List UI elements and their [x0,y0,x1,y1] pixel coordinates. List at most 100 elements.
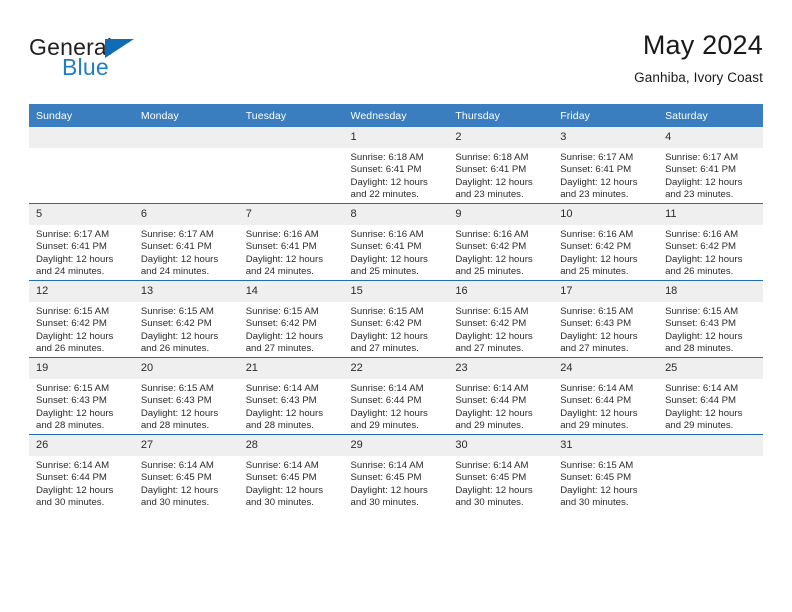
calendar-day-cell[interactable]: 11 Sunrise: 6:16 AM Sunset: 6:42 PM Dayligh… [658,203,763,281]
day-number [133,127,239,148]
calendar-page: General Blue May 2024 Ganhiba, Ivory Coa… [0,0,792,612]
day-details: Sunrise: 6:17 AM Sunset: 6:41 PM Daylight:… [29,225,134,279]
day-detail-line: Sunset: 6:42 PM [665,241,736,253]
calendar-day-cell[interactable]: 12 Sunrise: 6:15 AM Sunset: 6:42 PM Dayligh… [29,280,134,358]
day-detail-line: Sunset: 6:44 PM [350,395,422,407]
calendar-day-cell[interactable]: 5 Sunrise: 6:17 AM Sunset: 6:41 PM Daylight… [29,203,134,281]
day-details: Sunrise: 6:14 AM Sunset: 6:43 PM Daylight:… [239,379,344,433]
day-detail-line: and 26 minutes. [140,343,210,355]
day-detail-line: Daylight: 12 hours [560,176,638,188]
calendar-day-cell[interactable]: 4 Sunrise: 6:17 AM Sunset: 6:41 PM Daylight… [658,127,763,204]
calendar-day-cell[interactable]: 23 Sunrise: 6:14 AM Sunset: 6:44 PM Dayligh… [448,357,554,435]
day-details: Sunrise: 6:17 AM Sunset: 6:41 PM Daylight:… [553,148,658,202]
calendar-day-cell[interactable]: 29 Sunrise: 6:14 AM Sunset: 6:45 PM Dayligh… [343,434,449,511]
day-detail-line: Daylight: 12 hours [36,484,114,496]
day-number: 27 [133,435,239,456]
day-detail-line: Daylight: 12 hours [455,253,533,265]
calendar-day-cell[interactable]: 15 Sunrise: 6:15 AM Sunset: 6:42 PM Dayligh… [343,280,449,358]
calendar-header-row: Sunday Monday Tuesday Wednesday Thursday Frid… [29,104,763,127]
day-detail-line: Daylight: 12 hours [245,330,324,342]
day-number: 30 [448,435,554,456]
calendar-day-cell[interactable]: 27 Sunrise: 6:14 AM Sunset: 6:45 PM Dayligh… [133,434,239,511]
day-detail-line: Sunrise: 6:16 AM [665,229,739,240]
page-title: May 2024 [642,30,763,60]
day-detail-line: Daylight: 12 hours [560,407,638,419]
calendar-day-cell[interactable]: 10 Sunrise: 6:16 AM Sunset: 6:42 PM Dayligh… [553,203,659,281]
day-detail-line: Daylight: 12 hours [665,407,743,419]
calendar-day-cell[interactable]: 1 Sunrise: 6:18 AM Sunset: 6:41 PM Daylight… [343,127,449,204]
day-detail-line: and 28 minutes. [36,420,105,432]
day-detail-line: Daylight: 12 hours [455,330,533,342]
calendar-day-cell[interactable]: 20 Sunrise: 6:15 AM Sunset: 6:43 PM Dayligh… [133,357,239,435]
calendar-day-cell[interactable]: 21 Sunrise: 6:14 AM Sunset: 6:43 PM Dayligh… [238,357,344,435]
calendar-day-cell[interactable]: 9 Sunrise: 6:16 AM Sunset: 6:42 PM Daylight… [448,203,554,281]
calendar-day-cell[interactable]: 6 Sunrise: 6:17 AM Sunset: 6:41 PM Daylight… [133,203,239,281]
day-detail-line: Sunset: 6:41 PM [245,241,317,253]
day-detail-line: Daylight: 12 hours [245,407,324,419]
day-detail-line: Sunrise: 6:15 AM [36,383,110,394]
calendar-day-cell[interactable]: 19 Sunrise: 6:15 AM Sunset: 6:43 PM Dayligh… [29,357,134,435]
day-details: Sunrise: 6:14 AM Sunset: 6:45 PM Daylight:… [448,456,553,510]
day-detail-line: Sunset: 6:43 PM [665,318,736,330]
calendar-day-cell[interactable]: 7 Sunrise: 6:16 AM Sunset: 6:41 PM Daylight… [238,203,344,281]
day-detail-line: Daylight: 12 hours [140,484,219,496]
day-detail-line: Sunset: 6:41 PM [665,164,736,176]
calendar-day-cell[interactable]: 18 Sunrise: 6:15 AM Sunset: 6:43 PM Dayligh… [658,280,763,358]
day-detail-line: Sunrise: 6:16 AM [455,229,529,240]
brand-logo[interactable]: General Blue [29,34,279,92]
calendar-day-cell[interactable]: 14 Sunrise: 6:15 AM Sunset: 6:42 PM Dayligh… [238,280,344,358]
day-detail-line: and 30 minutes. [140,497,210,509]
day-number: 25 [658,358,763,379]
day-detail-line: and 25 minutes. [350,266,419,278]
day-detail-line: Sunrise: 6:17 AM [560,152,634,163]
calendar-day-cell[interactable]: 28 Sunrise: 6:14 AM Sunset: 6:45 PM Dayligh… [238,434,344,511]
calendar-day-cell[interactable]: 22 Sunrise: 6:14 AM Sunset: 6:44 PM Dayligh… [343,357,449,435]
day-detail-line: Sunset: 6:44 PM [455,395,527,407]
calendar-day-cell[interactable]: 24 Sunrise: 6:14 AM Sunset: 6:44 PM Dayligh… [553,357,659,435]
day-details: Sunrise: 6:14 AM Sunset: 6:44 PM Daylight:… [344,379,449,433]
day-detail-line: Sunrise: 6:14 AM [140,460,214,471]
day-details: Sunrise: 6:18 AM Sunset: 6:41 PM Daylight:… [448,148,553,202]
day-detail-line: Sunset: 6:45 PM [455,472,527,484]
day-details: Sunrise: 6:18 AM Sunset: 6:41 PM Daylight:… [344,148,449,202]
day-number: 28 [238,435,344,456]
weekday-header-saturday: Saturday [658,104,763,127]
calendar-day-cell[interactable]: 8 Sunrise: 6:16 AM Sunset: 6:41 PM Daylight… [343,203,449,281]
day-number: 15 [343,281,449,302]
calendar-day-cell[interactable]: 3 Sunrise: 6:17 AM Sunset: 6:41 PM Daylight… [553,127,659,204]
calendar-day-cell[interactable]: 2 Sunrise: 6:18 AM Sunset: 6:41 PM Daylight… [448,127,554,204]
day-number: 10 [553,204,659,225]
day-details: Sunrise: 6:14 AM Sunset: 6:45 PM Daylight:… [134,456,239,510]
calendar-day-cell[interactable]: 17 Sunrise: 6:15 AM Sunset: 6:43 PM Dayligh… [553,280,659,358]
day-number: 3 [553,127,659,148]
day-detail-line: Daylight: 12 hours [245,253,324,265]
day-details: Sunrise: 6:16 AM Sunset: 6:42 PM Daylight:… [553,225,658,279]
day-number: 22 [343,358,449,379]
day-number: 12 [29,281,134,302]
calendar-day-cell[interactable]: 25 Sunrise: 6:14 AM Sunset: 6:44 PM Dayligh… [658,357,763,435]
calendar-day-cell[interactable]: 13 Sunrise: 6:15 AM Sunset: 6:42 PM Dayligh… [133,280,239,358]
day-detail-line: and 27 minutes. [245,343,314,355]
day-details: Sunrise: 6:15 AM Sunset: 6:43 PM Daylight:… [134,379,239,433]
day-number: 4 [658,127,763,148]
day-detail-line: and 30 minutes. [245,497,314,509]
day-detail-line: Daylight: 12 hours [560,330,638,342]
day-detail-line: Daylight: 12 hours [665,330,743,342]
day-detail-line: Sunrise: 6:14 AM [350,383,424,394]
calendar-day-cell[interactable]: 30 Sunrise: 6:14 AM Sunset: 6:45 PM Dayligh… [448,434,554,511]
day-detail-line: and 24 minutes. [140,266,210,278]
calendar-day-cell[interactable]: 31 Sunrise: 6:15 AM Sunset: 6:45 PM Dayligh… [553,434,659,511]
weekday-header-monday: Monday [133,104,239,127]
day-detail-line: Daylight: 12 hours [140,407,219,419]
day-detail-line: Daylight: 12 hours [350,407,428,419]
day-detail-line: and 29 minutes. [665,420,734,432]
calendar-day-cell[interactable]: 16 Sunrise: 6:15 AM Sunset: 6:42 PM Dayligh… [448,280,554,358]
day-detail-line: Sunrise: 6:14 AM [245,383,319,394]
day-detail-line: Sunset: 6:44 PM [560,395,632,407]
day-detail-line: Daylight: 12 hours [140,253,219,265]
day-detail-line: Daylight: 12 hours [350,176,428,188]
day-number: 6 [133,204,239,225]
day-number: 26 [29,435,134,456]
day-number: 20 [133,358,239,379]
calendar-day-cell[interactable]: 26 Sunrise: 6:14 AM Sunset: 6:44 PM Dayligh… [29,434,134,511]
